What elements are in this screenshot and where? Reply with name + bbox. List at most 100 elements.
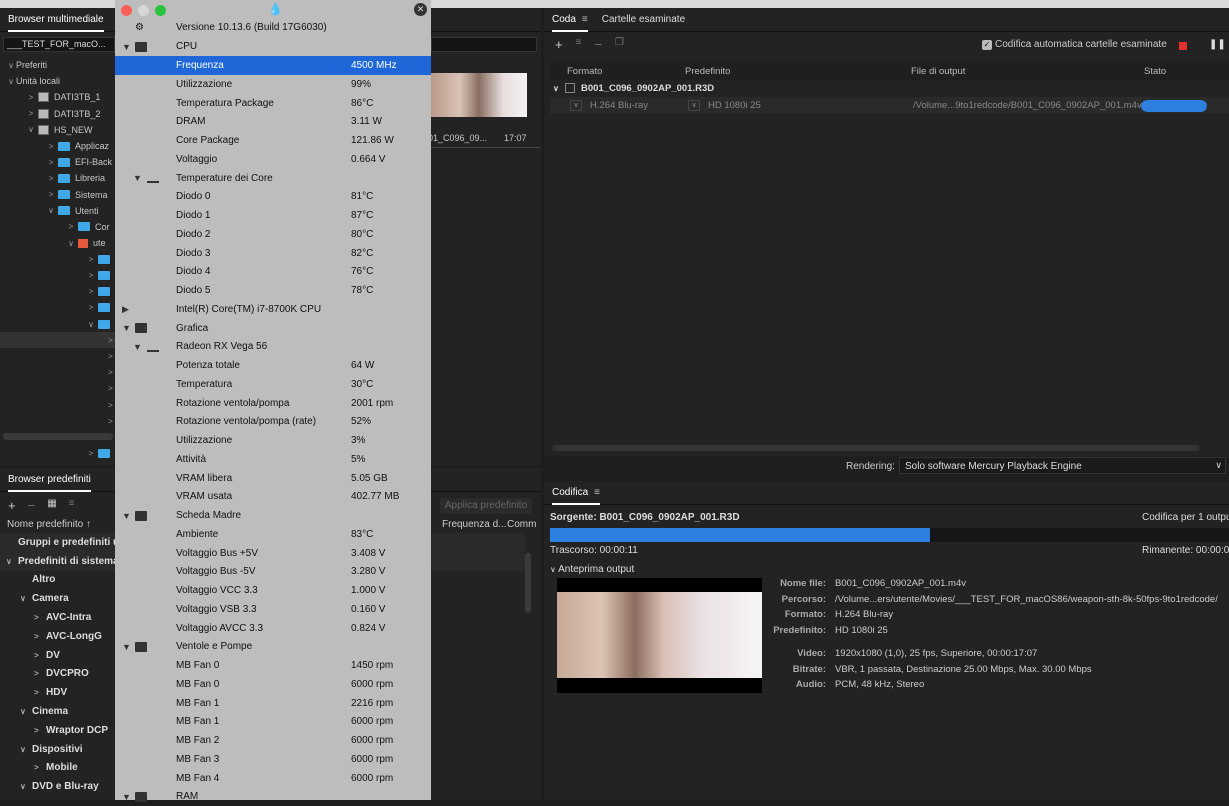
media-tree-row[interactable]: ∨ [0,316,115,332]
disclosure-down-icon[interactable]: ▼ [122,511,131,521]
chevron-right-icon[interactable]: > [34,632,46,641]
chevron-right-icon[interactable]: > [34,651,46,660]
col-comment[interactable]: Comm [507,519,536,530]
chevron-right-icon[interactable]: > [106,417,115,426]
istat-sensor-row[interactable]: Diodo 578°C [115,281,431,300]
istat-sensor-row[interactable]: Attività5% [115,450,431,469]
istat-sensor-row[interactable]: MB Fan 46000 rpm [115,769,431,788]
col-frequency[interactable]: Frequenza d... [442,519,506,530]
media-tree-row[interactable]: ∨Utenti [0,203,115,219]
media-tree-row[interactable]: >Applicaz [0,138,115,154]
media-tree-row[interactable]: >EFI-Back [0,154,115,170]
col-format[interactable]: Formato [567,66,602,77]
chevron-down-icon[interactable]: ∨ [20,594,32,603]
istat-sensor-row[interactable]: Voltaggio0.664 V [115,150,431,169]
queue-job-row[interactable]: ∨ H.264 Blu-ray ∨ HD 1080i 25 /Volume...… [550,97,1229,114]
preset-settings-icon[interactable]: ≡ [69,498,75,514]
chevron-right-icon[interactable]: > [106,352,115,361]
chevron-down-icon[interactable]: ∨ [6,77,16,86]
istat-sensor-row[interactable]: VRAM usata402.77 MB [115,488,431,507]
zoom-window-icon[interactable] [155,5,166,16]
duplicate-icon[interactable]: ❐ [615,37,624,52]
close-popover-icon[interactable]: ✕ [414,3,427,16]
istat-sensor-row[interactable]: Rotazione ventola/pompa2001 rpm [115,394,431,413]
stop-queue-button[interactable] [1179,42,1187,50]
chevron-right-icon[interactable]: > [34,763,46,772]
disclosure-down-icon[interactable]: ▼ [122,792,131,802]
watch-folders-tab[interactable]: Cartelle esaminate [602,14,685,25]
disclosure-down-icon[interactable]: ▼ [133,342,142,352]
media-browser-tab[interactable]: Browser multimediale [8,14,104,25]
col-preset[interactable]: Predefinito [685,66,730,77]
chevron-right-icon[interactable]: > [34,688,46,697]
chevron-right-icon[interactable]: > [106,368,115,377]
chevron-down-icon[interactable]: ∨ [6,61,16,70]
istat-sensor-row[interactable]: Frequenza4500 MHz [115,56,431,75]
source-chevron-icon[interactable]: ∨ [553,84,565,93]
chevron-down-icon[interactable]: ∨ [26,125,36,134]
istat-sensor-row[interactable]: Core Package121.86 W [115,131,431,150]
media-tree-row[interactable]: > [0,348,115,364]
istat-sensor-row[interactable]: Temperatura Package86°C [115,94,431,113]
istat-sensor-row[interactable]: Voltaggio Bus -5V3.280 V [115,563,431,582]
pause-queue-button[interactable]: ❚❚ [1209,39,1226,50]
media-tree-row[interactable]: >Sistema [0,187,115,203]
media-tree-row[interactable]: > [0,251,115,267]
chevron-down-icon[interactable]: ∨ [20,707,32,716]
chevron-down-icon[interactable]: ∨ [20,782,32,791]
chevron-down-icon[interactable]: ∨ [46,206,56,215]
auto-encode-option[interactable]: ✓ Codifica automatica cartelle esaminate [982,39,1167,50]
queue-source-row[interactable]: ∨ B001_C096_0902AP_001.R3D [550,80,1229,96]
chevron-right-icon[interactable]: > [86,303,96,312]
disclosure-right-icon[interactable]: ▶ [122,304,129,315]
preset-browser-tab[interactable]: Browser predefiniti [8,474,91,485]
media-tree-row[interactable]: > [0,381,115,397]
istat-sensor-row[interactable]: Voltaggio AVCC 3.30.824 V [115,619,431,638]
job-preset[interactable]: HD 1080i 25 [708,100,761,111]
remove-item-icon[interactable]: − [594,37,602,52]
istat-sensor-row[interactable]: Diodo 476°C [115,263,431,282]
col-status[interactable]: Stato [1144,66,1166,77]
istat-sensor-row[interactable]: Potenza totale64 W [115,356,431,375]
chevron-down-icon[interactable]: ∨ [20,745,32,754]
disclosure-down-icon[interactable]: ▼ [122,42,131,52]
disclosure-down-icon[interactable]: ▼ [122,323,131,333]
queue-tab[interactable]: Coda≡ [552,14,588,25]
chevron-right-icon[interactable]: > [34,726,46,735]
istat-sensor-row[interactable]: Diodo 280°C [115,225,431,244]
rendering-select[interactable]: Solo software Mercury Playback Engine ∨ [899,457,1226,474]
chevron-right-icon[interactable]: > [46,190,56,199]
chevron-down-icon[interactable]: ∨ [6,557,18,566]
istat-sensor-row[interactable]: Voltaggio VCC 3.31.000 V [115,581,431,600]
remove-preset-icon[interactable]: − [28,498,36,514]
istat-sensor-row[interactable]: Voltaggio Bus +5V3.408 V [115,544,431,563]
media-tree-row[interactable]: >Cor [0,219,115,235]
media-tree-row[interactable]: > [0,446,115,462]
istat-sensor-row[interactable]: Temperatura30°C [115,375,431,394]
istat-sensor-row[interactable]: Diodo 187°C [115,206,431,225]
media-tree-row[interactable]: >DATI3TB_1 [0,89,115,105]
media-tree-row[interactable]: > [0,284,115,300]
media-tree-row[interactable]: > [0,397,115,413]
media-tree-row[interactable]: > [0,413,115,429]
queue-menu-icon[interactable]: ≡ [582,14,588,25]
media-tree-row[interactable]: ∨ute [0,235,115,251]
auto-encode-checkbox[interactable]: ✓ [982,40,992,50]
disclosure-down-icon[interactable]: ▼ [133,173,142,183]
chevron-down-icon[interactable]: ∨ [66,239,76,248]
apply-preset-button[interactable]: Applica predefinito [440,498,532,514]
media-browser-path-field[interactable]: ___TEST_FOR_macO... [3,37,115,52]
istat-sensor-row[interactable]: VRAM libera5.05 GB [115,469,431,488]
disclosure-down-icon[interactable]: ▼ [122,642,131,652]
media-tree-row[interactable]: ∨Unità locali [0,73,115,89]
istat-sensor-row[interactable]: Voltaggio VSB 3.30.160 V [115,600,431,619]
chevron-right-icon[interactable]: > [34,613,46,622]
close-window-icon[interactable] [121,5,132,16]
istat-sensor-row[interactable]: MB Fan 36000 rpm [115,750,431,769]
preset-vscroll[interactable] [525,553,531,613]
istat-sensor-row[interactable]: MB Fan 01450 rpm [115,656,431,675]
output-preview-toggle[interactable]: ∨ Anteprima output [550,564,634,575]
istat-sensor-row[interactable]: Diodo 382°C [115,244,431,263]
media-tree-row[interactable]: ∨Preferiti [0,57,115,73]
media-tree-row[interactable]: > [0,300,115,316]
